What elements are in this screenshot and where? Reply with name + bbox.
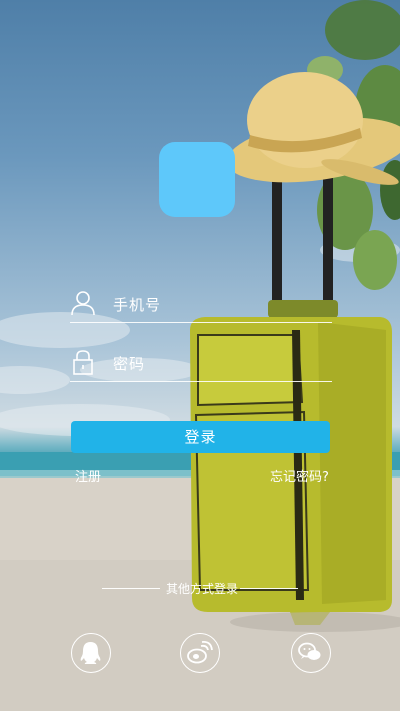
other-login-divider: 其他方式登录 — [100, 579, 300, 599]
weibo-login-button[interactable] — [180, 633, 220, 673]
phone-field[interactable]: 手机号 — [70, 284, 332, 323]
divider-line-left — [102, 588, 160, 589]
login-button[interactable]: 登录 — [71, 421, 330, 453]
qq-login-button[interactable] — [71, 633, 111, 673]
password-field[interactable]: 密码 — [70, 343, 332, 382]
qq-icon — [80, 642, 101, 664]
app-logo — [159, 142, 235, 217]
lock-icon — [73, 350, 93, 375]
wechat-icon — [298, 642, 321, 660]
divider-line-right — [240, 588, 298, 589]
wechat-login-button[interactable] — [291, 633, 331, 673]
login-screen: 手机号 密码 登录 注册 忘记密码? 其他方式登录 — [0, 0, 400, 711]
user-icon — [71, 291, 95, 316]
other-login-label: 其他方式登录 — [165, 582, 238, 596]
register-link[interactable]: 注册 — [75, 466, 101, 485]
weibo-icon — [187, 641, 213, 664]
forgot-password-link[interactable]: 忘记密码? — [270, 466, 329, 485]
phone-placeholder: 手机号 — [113, 296, 162, 314]
password-placeholder: 密码 — [113, 355, 146, 373]
